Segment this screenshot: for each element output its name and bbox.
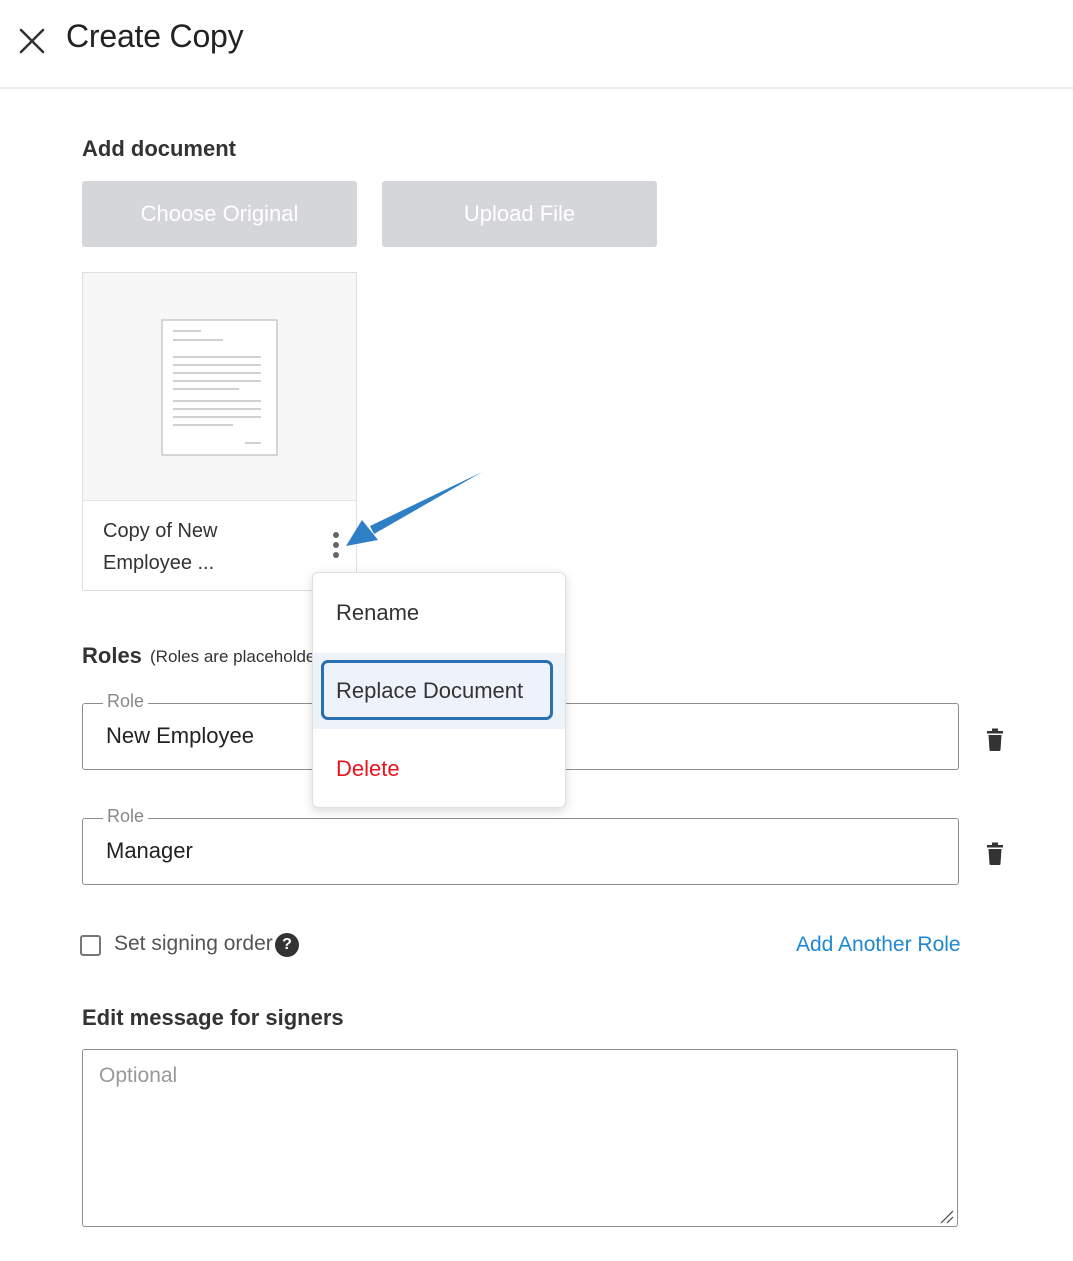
menu-item-label: Delete [336,756,400,781]
page-header: Create Copy [0,0,1073,89]
document-card[interactable]: Copy of New Employee ... [82,272,357,591]
menu-item-label: Replace Document [336,678,524,703]
kebab-menu-icon[interactable] [327,532,345,566]
add-document-heading: Add document [82,136,236,161]
upload-file-button[interactable]: Upload File [382,181,657,247]
signing-order-label[interactable]: Set signing order [114,932,273,956]
role-field[interactable]: Role Manager [82,806,959,885]
menu-item-delete[interactable]: Delete [313,731,565,807]
menu-item-replace-document[interactable]: Replace Document [313,653,565,729]
menu-item-label: Rename [336,600,420,625]
annotation-arrow [346,472,482,546]
document-name-line: Copy of New [103,520,218,542]
roles-heading: Roles [82,643,142,668]
message-textarea[interactable] [82,1049,958,1227]
role-field-legend: Role [103,806,149,827]
document-context-menu: Rename Replace Document Delete [312,572,566,808]
trash-icon[interactable] [985,842,1005,866]
role-field-value[interactable]: Manager [106,838,193,864]
roles-note: (Roles are placeholde [150,647,316,666]
page-title: Create Copy [66,18,244,54]
close-icon[interactable] [16,24,48,56]
signing-order-checkbox[interactable] [80,935,101,956]
choose-original-button[interactable]: Choose Original [82,181,357,247]
document-name-line: Employee ... [103,552,215,574]
document-thumbnail-icon [161,319,278,456]
role-field-legend: Role [103,691,149,712]
trash-icon[interactable] [985,728,1005,752]
document-name: Copy of New Employee ... [103,515,283,579]
question-circle-icon[interactable]: ? [275,933,299,957]
role-field-value[interactable]: New Employee [106,723,254,749]
add-another-role-link[interactable]: Add Another Role [796,933,961,957]
document-thumbnail [83,273,356,501]
menu-item-rename[interactable]: Rename [313,575,565,651]
edit-message-heading: Edit message for signers [82,1005,344,1030]
